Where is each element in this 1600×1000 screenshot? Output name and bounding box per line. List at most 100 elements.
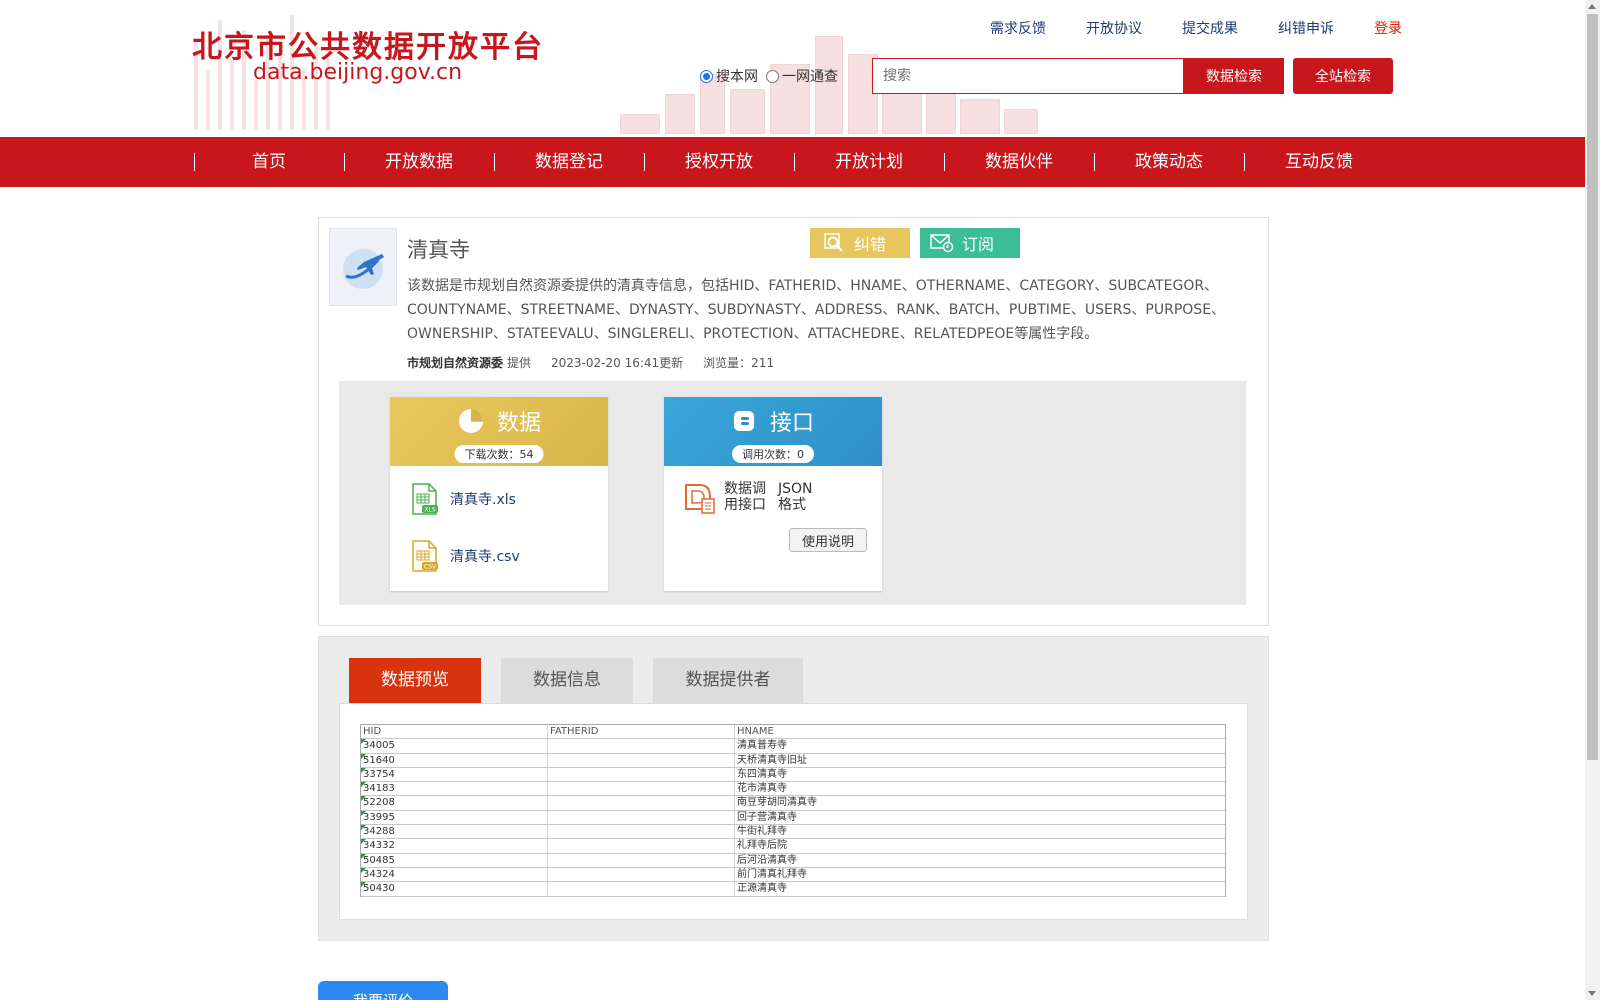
nav-item-data-partners[interactable]: 数据伙伴 — [944, 137, 1094, 187]
table-cell: 34288 — [361, 825, 548, 839]
api-call-label: 数据调用接口 — [724, 481, 766, 513]
update-time: 2023-02-20 16:41更新 — [551, 356, 684, 370]
table-row: 33754 东四清真寺 — [361, 767, 1225, 783]
file-csv-name: 清真寺.csv — [450, 549, 520, 565]
table-cell: 33995 — [361, 810, 548, 825]
column-header: FATHERID — [548, 725, 735, 739]
api-box-title: 接口 — [664, 405, 882, 437]
table-cell: 清真普寿寺 — [737, 740, 787, 752]
usage-guide-button[interactable]: 使用说明 — [789, 528, 867, 552]
table-cell: 50485 — [361, 853, 548, 867]
data-preview-panel: HID FATHERID HNAME 34005 清真普寿寺 51640 天桥清真寺旧… — [339, 703, 1248, 920]
radio-one-network[interactable] — [766, 69, 779, 83]
table-cell: 天桥清真寺旧址 — [737, 754, 807, 766]
csv-file-icon: CSV — [412, 540, 438, 572]
scope-this-site-label: 搜本网 — [716, 69, 758, 85]
rate-button[interactable]: 我要评价 — [318, 981, 448, 1000]
table-cell: 51640 — [361, 753, 548, 767]
file-xls-link[interactable]: XLS 清真寺.xls — [410, 483, 516, 515]
nav-item-open-data[interactable]: 开放数据 — [344, 137, 494, 187]
table-cell — [548, 853, 735, 867]
download-count-badge: 下载次数：54 — [454, 445, 544, 463]
search-input[interactable] — [872, 58, 1184, 94]
svg-text:XLS: XLS — [424, 507, 435, 514]
dataset-meta: 市规划自然资源委 提供 2023-02-20 16:41更新 浏览量：211 — [407, 354, 774, 371]
provider-name: 市规划自然资源委 — [407, 356, 504, 370]
header: 北京市公共数据开放平台 data.beijing.gov.cn 需求反馈 开放协… — [0, 0, 1585, 134]
radio-this-site[interactable] — [700, 69, 713, 83]
table-cell: 南豆芽胡同清真寺 — [737, 797, 817, 809]
table-cell: 后河沿清真寺 — [737, 854, 797, 866]
table-cell — [548, 882, 735, 896]
nav-item-home[interactable]: 首页 — [194, 137, 344, 187]
scroll-thumb[interactable] — [1587, 14, 1598, 760]
search-scope: 搜本网 一网通查 — [700, 66, 846, 86]
table-cell: 牛街礼拜寺 — [737, 826, 787, 838]
api-box: 接口 调用次数：0 数据调用接口 JSON格式 使用说明 — [664, 397, 882, 591]
link-correction-appeal[interactable]: 纠错申诉 — [1278, 18, 1334, 38]
nav-item-data-registration[interactable]: 数据登记 — [494, 137, 644, 187]
call-count-badge: 调用次数：0 — [732, 445, 814, 463]
table-row: 34324 前门清真礼拜寺 — [361, 867, 1225, 883]
tabs-section: 数据预览 数据信息 数据提供者 HID FATHERID HNAME 34005… — [318, 636, 1269, 941]
link-submit-results[interactable]: 提交成果 — [1182, 18, 1238, 38]
api-format-label: JSON格式 — [778, 481, 813, 513]
scroll-up-arrow-icon[interactable] — [1588, 4, 1596, 9]
table-cell: 33754 — [361, 767, 548, 782]
page: 北京市公共数据开放平台 data.beijing.gov.cn 需求反馈 开放协… — [0, 0, 1600, 1000]
nav-item-authorized-open[interactable]: 授权开放 — [644, 137, 794, 187]
subscribe-button-label: 订阅 — [962, 235, 995, 254]
table-cell: 花市清真寺 — [737, 783, 787, 795]
link-demand-feedback[interactable]: 需求反馈 — [990, 18, 1046, 38]
table-row: 52208 南豆芽胡同清真寺 — [361, 796, 1225, 811]
correct-button-label: 纠错 — [854, 235, 887, 254]
tab-data-info[interactable]: 数据信息 — [501, 658, 633, 703]
table-cell — [548, 796, 735, 810]
dataset-title: 清真寺 — [407, 238, 470, 262]
scroll-down-arrow-icon[interactable] — [1588, 991, 1596, 996]
table-cell: 正源清真寺 — [737, 883, 787, 895]
table-cell — [548, 767, 735, 782]
dataset-plane-icon — [329, 228, 397, 306]
table-cell — [548, 753, 735, 767]
dataset-card: 清真寺 纠错 订阅 该数据是市规划自然资源委提供的清真寺信息，包括HID、FAT… — [318, 217, 1269, 626]
column-header: HID — [361, 725, 548, 739]
table-cell — [548, 810, 735, 825]
table-cell — [548, 782, 735, 796]
login-link[interactable]: 登录 — [1374, 18, 1402, 38]
tab-data-provider[interactable]: 数据提供者 — [653, 658, 803, 703]
table-row: 34288 牛街礼拜寺 — [361, 825, 1225, 840]
api-box-header: 接口 调用次数：0 — [664, 397, 882, 466]
table-row: 34005 清真普寿寺 — [361, 739, 1225, 754]
preview-sheet: HID FATHERID HNAME 34005 清真普寿寺 51640 天桥清真寺旧… — [360, 724, 1226, 897]
nav-item-policy-news[interactable]: 政策动态 — [1094, 137, 1244, 187]
table-row: 51640 天桥清真寺旧址 — [361, 753, 1225, 768]
column-header: HNAME — [737, 726, 774, 737]
mail-icon — [930, 234, 954, 253]
file-csv-link[interactable]: CSV 清真寺.csv — [410, 540, 520, 572]
nav-item-interactive-feedback[interactable]: 互动反馈 — [1244, 137, 1394, 187]
table-row: 50485 后河沿清真寺 — [361, 853, 1225, 868]
scope-one-network[interactable]: 一网通查 — [766, 66, 838, 86]
table-row: 33995 回子营清真寺 — [361, 810, 1225, 826]
table-cell: 34324 — [361, 867, 548, 882]
data-search-button[interactable]: 数据检索 — [1184, 58, 1284, 94]
table-cell: 34332 — [361, 839, 548, 853]
scope-this-site[interactable]: 搜本网 — [700, 66, 758, 86]
correct-button[interactable]: 纠错 — [810, 228, 910, 258]
nav-item-open-plan[interactable]: 开放计划 — [794, 137, 944, 187]
table-cell: 50430 — [361, 882, 548, 896]
tab-data-preview[interactable]: 数据预览 — [349, 658, 481, 703]
table-cell: 34005 — [361, 739, 548, 753]
table-cell: 52208 — [361, 796, 548, 810]
resource-panel: 数据 下载次数：54 XLS 清真寺.xls CSV 清真寺.csv 接口 调用… — [339, 381, 1246, 605]
data-box-title: 数据 — [390, 405, 608, 437]
subscribe-button[interactable]: 订阅 — [920, 228, 1020, 258]
site-logo-url[interactable]: data.beijing.gov.cn — [253, 60, 462, 85]
page-scrollbar[interactable] — [1585, 0, 1600, 1000]
table-cell: 礼拜寺后院 — [737, 840, 787, 852]
link-open-agreement[interactable]: 开放协议 — [1086, 18, 1142, 38]
site-search-button[interactable]: 全站检索 — [1293, 58, 1393, 94]
top-links: 需求反馈 开放协议 提交成果 纠错申诉 登录 — [990, 18, 1402, 38]
table-cell: 东四清真寺 — [737, 768, 787, 780]
